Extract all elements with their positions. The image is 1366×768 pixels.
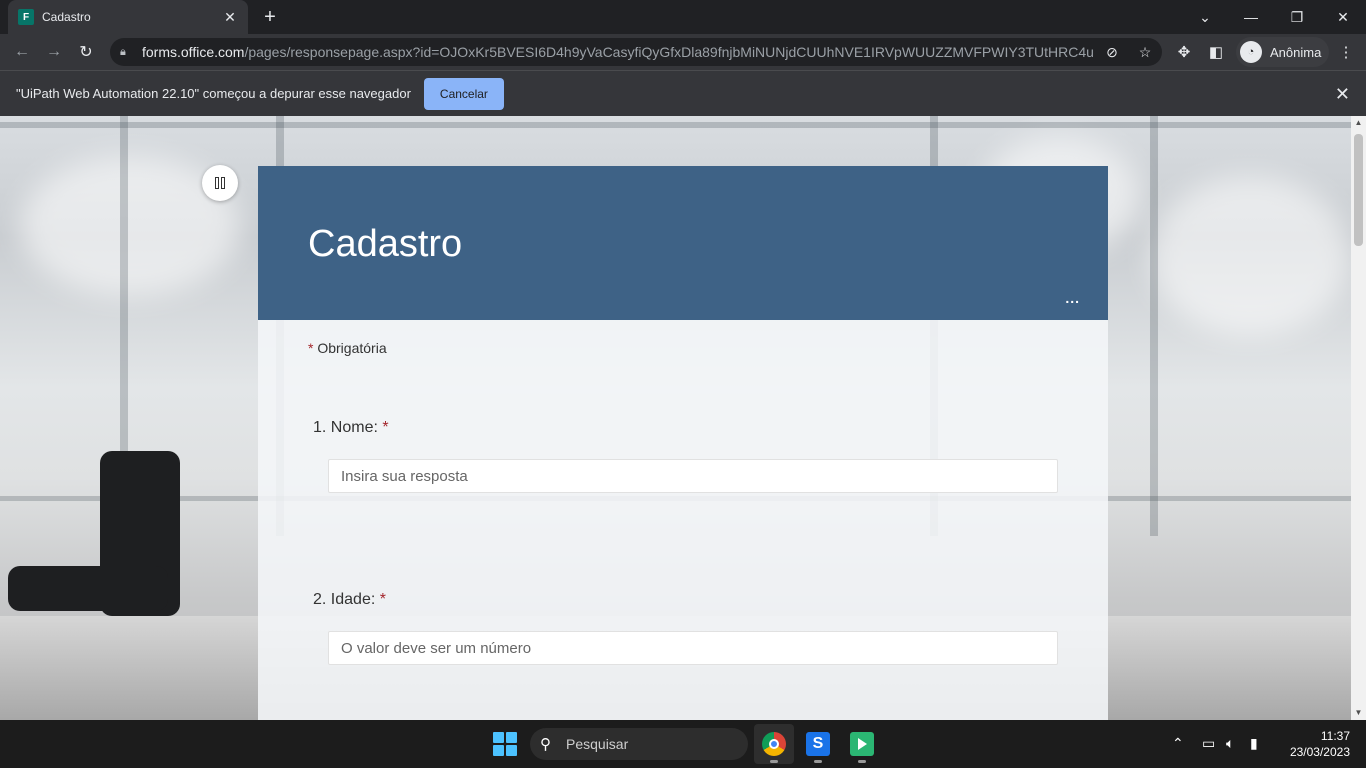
window-close-icon[interactable]: ✕	[1320, 0, 1366, 34]
volume-icon[interactable]: 🔈︎	[1226, 735, 1234, 752]
extensions-puzzle-icon[interactable]: ✥	[1172, 40, 1196, 64]
browser-tab[interactable]: F Cadastro ✕	[8, 0, 248, 34]
infobar-close-icon[interactable]: ✕	[1335, 84, 1350, 105]
incognito-profile-button[interactable]: ◔ Anônima	[1236, 37, 1330, 67]
question-number: 2.	[313, 591, 327, 608]
question-number: 1.	[313, 419, 327, 436]
address-bar[interactable]: 🔒︎ forms.office.com/pages/responsepage.a…	[110, 38, 1162, 66]
back-icon[interactable]: ←	[10, 40, 34, 64]
required-note: * Obrigatória	[308, 340, 387, 356]
url-host: forms.office.com	[142, 44, 245, 60]
form-card: Cadastro ... * Obrigatória 1. Nome: * In…	[258, 166, 1108, 720]
chrome-taskbar-button[interactable]	[754, 724, 794, 764]
infobar-message: "UiPath Web Automation 22.10" começou a …	[16, 86, 411, 101]
question-text: Nome:	[330, 419, 378, 436]
menu-kebab-icon[interactable]: ⋮	[1334, 40, 1358, 64]
taskbar-search-placeholder: Pesquisar	[566, 736, 629, 752]
side-panel-icon[interactable]: ◧	[1204, 40, 1228, 64]
url-text[interactable]: forms.office.com/pages/responsepage.aspx…	[142, 44, 1102, 60]
question-text: Idade:	[330, 591, 376, 608]
required-star: *	[382, 419, 389, 436]
page-scrollbar[interactable]: ▲ ▼	[1351, 116, 1366, 720]
chrome-icon	[762, 732, 786, 756]
form-header: Cadastro ...	[258, 166, 1108, 320]
clock-date: 23/03/2023	[1289, 745, 1350, 759]
scroll-up-icon[interactable]: ▲	[1351, 116, 1366, 130]
debug-infobar: "UiPath Web Automation 22.10" começou a …	[0, 70, 1366, 116]
uipath-studio-icon: S	[806, 732, 830, 756]
bookmark-star-icon[interactable]: ☆	[1135, 42, 1155, 62]
system-clock[interactable]: 11:37 23/03/2023	[1280, 728, 1350, 760]
uipath-studio-taskbar-button[interactable]: S	[798, 724, 838, 764]
restore-icon[interactable]: ❐	[1274, 0, 1320, 34]
required-note-text: Obrigatória	[317, 340, 387, 356]
forward-icon[interactable]: →	[42, 40, 66, 64]
forms-favicon-icon: F	[18, 9, 34, 25]
lock-icon[interactable]: 🔒︎	[120, 46, 132, 58]
minimize-icon[interactable]: —	[1228, 0, 1274, 34]
tab-close-icon[interactable]: ✕	[222, 9, 238, 26]
more-options-icon[interactable]: ...	[1065, 290, 1080, 306]
cancel-debug-button[interactable]: Cancelar	[423, 77, 504, 110]
idade-input[interactable]: O valor deve ser um número	[328, 631, 1058, 665]
tab-title: Cadastro	[42, 10, 91, 24]
new-tab-icon[interactable]: +	[260, 5, 280, 29]
taskbar: ⚲ Pesquisar S ⌃ ▭ 🔈︎ ▮ 11:37 23/03/2023	[0, 720, 1366, 768]
eye-slash-icon[interactable]: ⊘	[1102, 42, 1122, 62]
search-icon: ⚲	[540, 736, 551, 753]
tab-search-chevron-icon[interactable]: ⌄	[1182, 0, 1228, 34]
tray-chevron-icon[interactable]: ⌃	[1172, 735, 1184, 752]
question-2-label: 2. Idade: *	[313, 591, 386, 609]
taskbar-search[interactable]: ⚲ Pesquisar	[530, 728, 748, 760]
uipath-assistant-icon	[850, 732, 874, 756]
clock-time: 11:37	[1320, 729, 1350, 743]
windows-start-icon[interactable]	[493, 732, 517, 756]
uipath-assistant-taskbar-button[interactable]	[842, 724, 882, 764]
battery-icon[interactable]: ▮	[1250, 735, 1258, 752]
form-title: Cadastro	[308, 223, 463, 265]
browser-toolbar: ← → ↻ 🔒︎ forms.office.com/pages/response…	[0, 34, 1366, 70]
reload-icon[interactable]: ↻	[74, 40, 98, 64]
required-star: *	[379, 591, 386, 608]
nome-input[interactable]: Insira sua resposta	[328, 459, 1058, 493]
tab-strip: F Cadastro ✕ + ⌄ — ❐ ✕	[0, 0, 1366, 34]
incognito-icon: ◔	[1240, 41, 1262, 63]
pause-icon[interactable]	[202, 165, 238, 201]
profile-label: Anônima	[1270, 44, 1322, 60]
scroll-down-icon[interactable]: ▼	[1351, 706, 1366, 720]
url-path: /pages/responsepage.aspx?id=OJOxKr5BVESI…	[244, 44, 1094, 60]
network-icon[interactable]: ▭	[1202, 735, 1215, 752]
scroll-thumb[interactable]	[1354, 134, 1363, 246]
question-1-label: 1. Nome: *	[313, 419, 389, 437]
required-star: *	[308, 340, 314, 356]
